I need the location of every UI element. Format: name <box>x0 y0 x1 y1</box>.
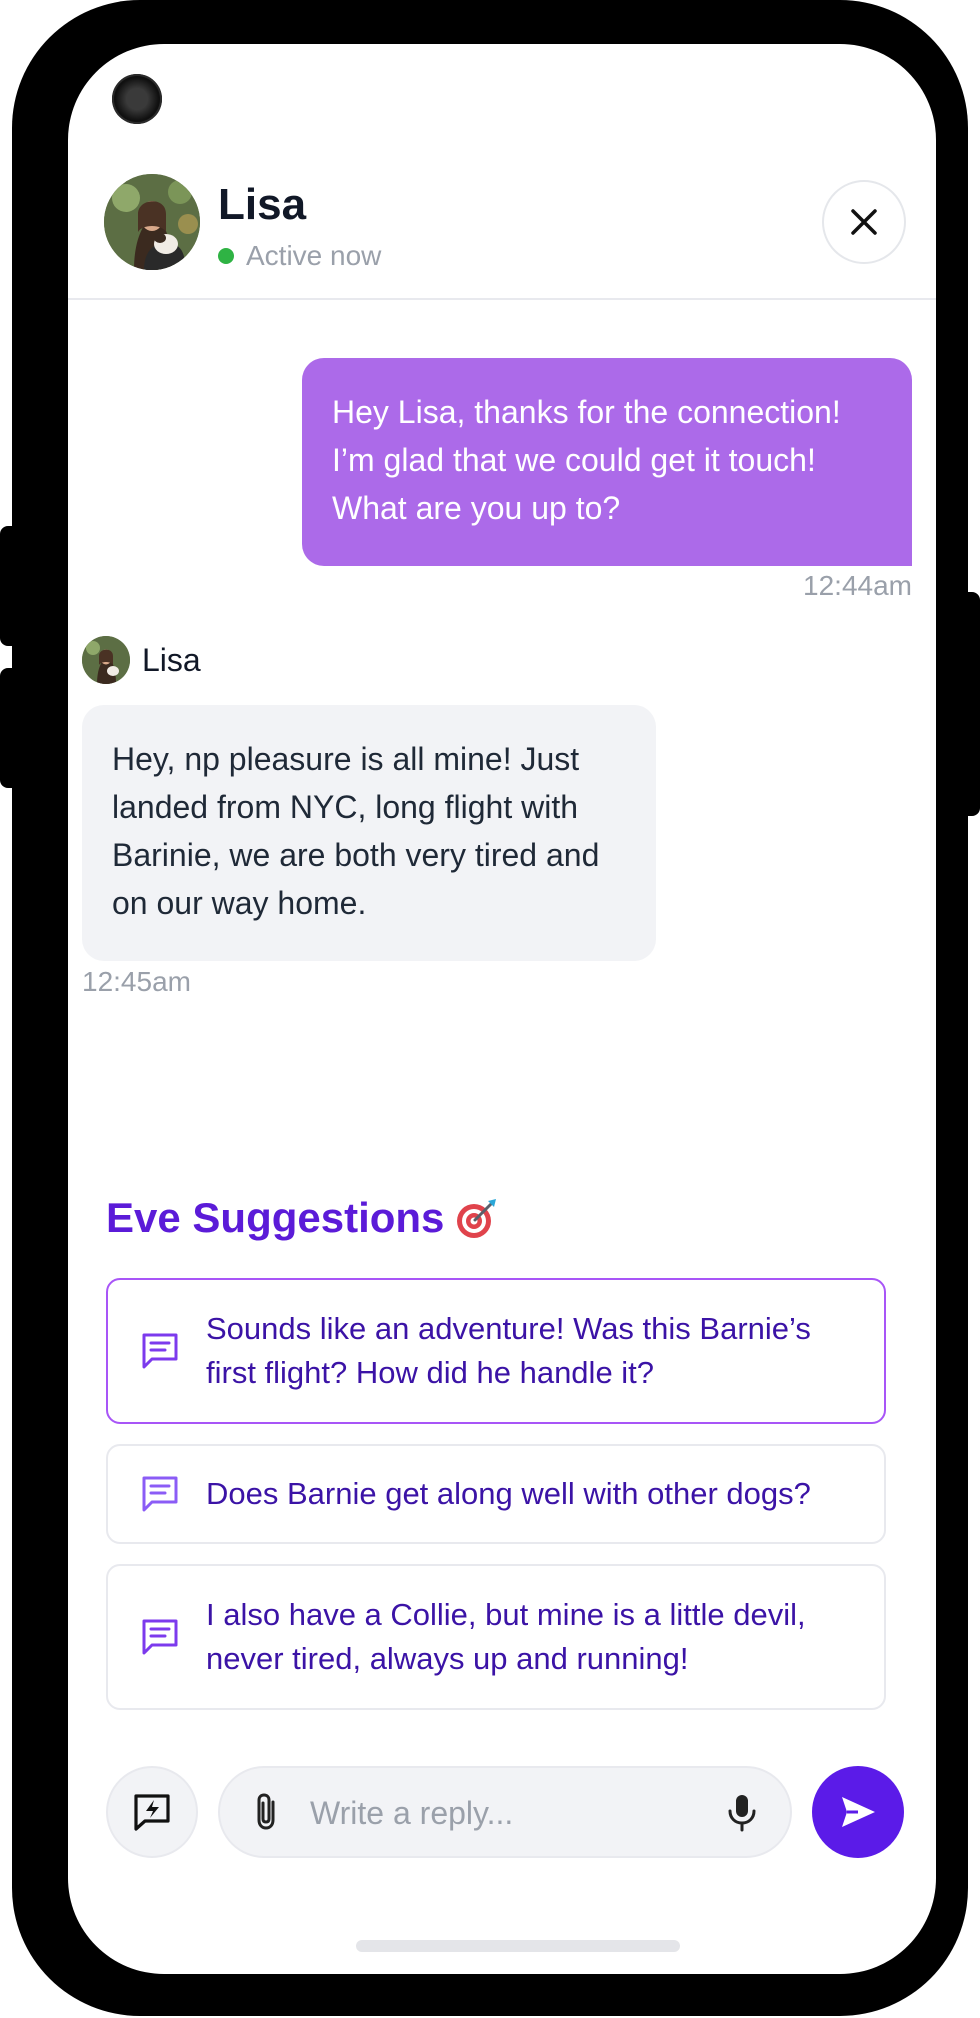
volume-down-button <box>0 668 20 788</box>
send-button[interactable] <box>812 1766 904 1858</box>
contact-name: Lisa <box>218 180 307 229</box>
contact-status: Active now <box>218 240 381 272</box>
suggestion-text: I also have a Collie, but mine is a litt… <box>206 1597 806 1676</box>
incoming-message-bubble[interactable]: Hey, np pleasure is all mine! Just lande… <box>82 705 656 961</box>
online-indicator <box>218 248 234 264</box>
suggestion-card[interactable]: Does Barnie get along well with other do… <box>106 1444 886 1544</box>
power-button <box>956 592 980 816</box>
suggestions-title: Eve Suggestions <box>106 1194 500 1242</box>
message-icon <box>142 1476 178 1512</box>
outgoing-message-time: 12:44am <box>803 570 912 601</box>
quick-reply-button[interactable] <box>106 1766 198 1858</box>
status-text: Active now <box>246 240 382 271</box>
suggestions-title-text: Eve Suggestions <box>106 1194 445 1241</box>
lightning-chat-icon <box>134 1794 170 1831</box>
chat-header: Lisa Active now <box>68 44 936 300</box>
suggestion-card[interactable]: I also have a Collie, but mine is a litt… <box>106 1564 886 1710</box>
sender-avatar-image <box>82 636 130 684</box>
send-icon <box>842 1797 875 1827</box>
suggestion-card[interactable]: Sounds like an adventure! Was this Barni… <box>106 1278 886 1424</box>
volume-up-button <box>0 526 20 646</box>
microphone-icon[interactable] <box>720 1790 764 1834</box>
close-button[interactable] <box>822 180 906 264</box>
dart-target-icon <box>457 1199 497 1238</box>
phone-frame: Lisa Active now Hey Lisa, thanks for the… <box>12 0 968 2016</box>
reply-composer <box>218 1766 792 1858</box>
incoming-message-time: 12:45am <box>82 966 191 997</box>
sender-avatar[interactable] <box>82 636 130 684</box>
suggestion-text: Sounds like an adventure! Was this Barni… <box>206 1311 811 1390</box>
avatar-image <box>104 174 200 270</box>
incoming-sender: Lisa <box>82 636 201 684</box>
chat-screen: Lisa Active now Hey Lisa, thanks for the… <box>68 44 936 1974</box>
message-icon <box>142 1619 178 1655</box>
home-indicator[interactable] <box>356 1940 680 1952</box>
message-icon <box>142 1333 178 1369</box>
sender-name: Lisa <box>142 641 201 678</box>
reply-input[interactable] <box>308 1786 692 1840</box>
paperclip-icon[interactable] <box>246 1790 290 1834</box>
close-icon <box>851 209 877 235</box>
suggestion-text: Does Barnie get along well with other do… <box>206 1476 811 1511</box>
outgoing-message-bubble[interactable]: Hey Lisa, thanks for the connection! I’m… <box>302 358 912 566</box>
avatar[interactable] <box>104 174 200 270</box>
